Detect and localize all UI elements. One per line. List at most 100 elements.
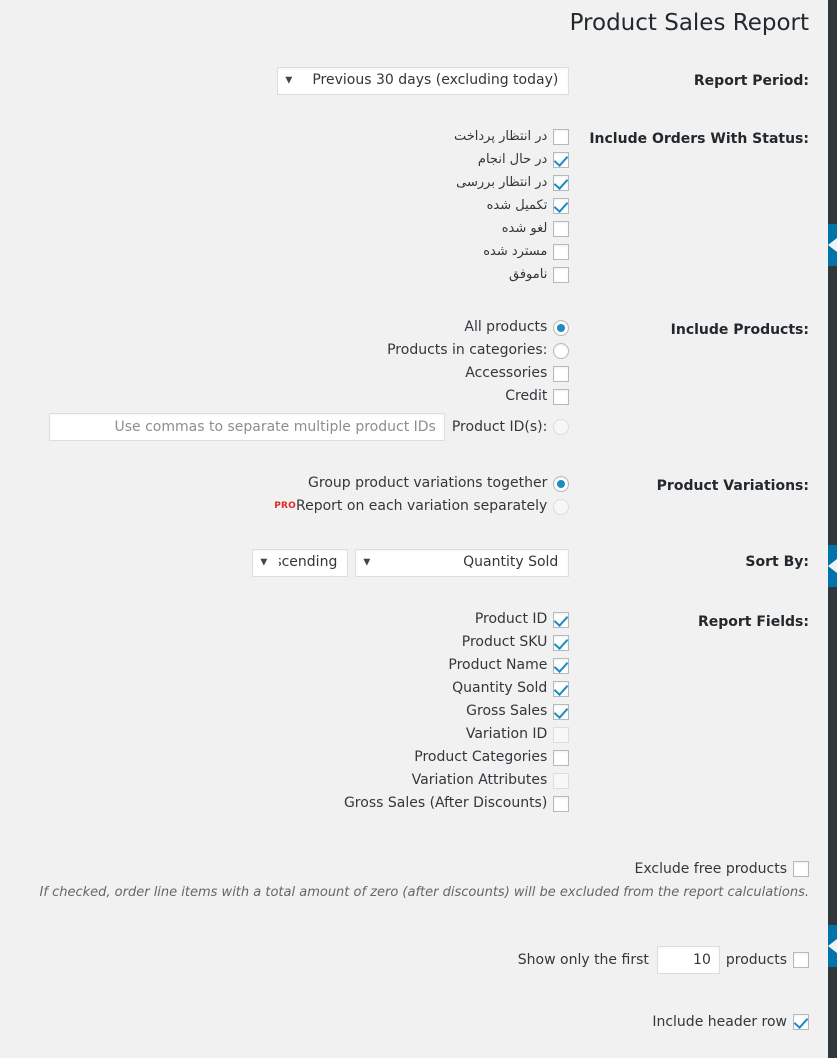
report-period-select[interactable]: (Previous 30 days (excluding today [277, 67, 570, 95]
report-field-checkbox-variation-id[interactable] [553, 726, 570, 743]
order-status-item[interactable]: لغو شده [19, 217, 570, 240]
chevron-left-icon [828, 238, 837, 252]
sort-direction-select-wrap[interactable]: descending ▼ [252, 549, 349, 578]
report-field-item[interactable]: Variation Attributes [19, 769, 570, 792]
report-field-checkbox-product-categories[interactable] [553, 749, 570, 766]
label-product-ids: :(Product ID(s [451, 418, 548, 435]
order-status-item[interactable]: در حال انجام [19, 148, 570, 171]
category-item[interactable]: Credit [19, 385, 570, 408]
radio-all-products[interactable] [553, 319, 570, 336]
label-product-variations: :Product Variations [656, 478, 809, 495]
category-label-accessories: Accessories [465, 365, 548, 382]
radio-group-variations[interactable] [553, 475, 570, 492]
report-field-checkbox-product-name[interactable] [553, 657, 570, 674]
category-checkbox-credit[interactable] [553, 388, 570, 405]
sort-direction-select[interactable]: descending [252, 549, 349, 578]
report-field-item[interactable]: Product Name [19, 654, 570, 677]
include-products-categories-row[interactable]: :Products in categories [19, 339, 570, 362]
label-include-products: :Include Products [670, 322, 809, 339]
limit-products-input[interactable] [656, 945, 720, 974]
admin-sidebar-item-current-1[interactable] [828, 224, 837, 266]
report-fields-list: Product ID Product SKU Product Name Quan… [19, 608, 570, 815]
limit-products-suffix: products [725, 951, 787, 968]
order-status-list: در انتظار پرداخت در حال انجام در انتظار … [19, 125, 570, 286]
order-status-checkbox-4[interactable] [553, 220, 570, 237]
radio-products-in-categories[interactable] [553, 342, 570, 359]
order-status-label-4: لغو شده [501, 221, 548, 237]
order-status-checkbox-5[interactable] [553, 243, 570, 260]
report-field-item[interactable]: Product Categories [19, 746, 570, 769]
report-form-wrap: Product Sales Report :Report Period (Pre… [9, 0, 837, 1058]
report-field-label-gross-sales: Gross Sales [466, 703, 548, 720]
cell-order-status: در انتظار پرداخت در حال انجام در انتظار … [9, 110, 579, 301]
report-field-label-variation-attributes: Variation Attributes [411, 772, 548, 789]
cell-sort-by: Quantity Sold ▼ descending ▼ [9, 533, 579, 593]
report-field-item[interactable]: Product ID [19, 608, 570, 631]
order-status-item[interactable]: در انتظار بررسی [19, 171, 570, 194]
exclude-free-block: Exclude free products .If checked, order… [9, 859, 819, 903]
order-status-item[interactable]: در انتظار پرداخت [19, 125, 570, 148]
admin-sidebar[interactable] [828, 0, 837, 1058]
report-field-checkbox-quantity-sold[interactable] [553, 680, 570, 697]
row-product-variations: :Product Variations Group product variat… [9, 457, 819, 533]
report-field-checkbox-gross-sales-after-discounts[interactable] [553, 795, 570, 812]
category-item[interactable]: Accessories [19, 362, 570, 385]
variation-option-group[interactable]: Group product variations together [19, 472, 570, 495]
report-field-item[interactable]: Variation ID [19, 723, 570, 746]
sort-field-select[interactable]: Quantity Sold [355, 549, 570, 578]
order-status-item[interactable]: تکمیل شده [19, 194, 570, 217]
order-status-item[interactable]: مسترد شده [19, 240, 570, 263]
sort-by-controls: Quantity Sold ▼ descending ▼ [19, 548, 570, 578]
limit-products-checkbox[interactable] [793, 951, 809, 968]
admin-sidebar-separator [828, 760, 837, 761]
header-row-label: Include header row [652, 1013, 787, 1030]
report-field-item[interactable]: (Gross Sales (After Discounts [19, 792, 570, 815]
include-products-ids-row[interactable]: :(Product ID(s [19, 412, 570, 442]
report-field-label-variation-id: Variation ID [465, 726, 548, 743]
order-status-item[interactable]: ناموفق [19, 263, 570, 286]
report-field-label-gross-sales-after-discounts: (Gross Sales (After Discounts [343, 795, 548, 812]
exclude-free-checkbox[interactable] [793, 861, 809, 878]
order-status-label-1: در حال انجام [477, 152, 548, 168]
report-field-item[interactable]: Gross Sales [19, 700, 570, 723]
report-field-checkbox-variation-attributes[interactable] [553, 772, 570, 789]
admin-sidebar-item-current-3[interactable] [828, 925, 837, 967]
radio-separate-variations[interactable] [553, 498, 570, 515]
include-products-all-row[interactable]: All products [19, 316, 570, 339]
report-field-item[interactable]: Quantity Sold [19, 677, 570, 700]
include-products-list: All products :Products in categories Acc… [19, 316, 570, 442]
exclude-free-label: Exclude free products [634, 861, 788, 878]
order-status-checkbox-2[interactable] [553, 174, 570, 191]
order-status-checkbox-6[interactable] [553, 266, 570, 283]
order-status-checkbox-1[interactable] [553, 151, 570, 168]
radio-product-ids[interactable] [553, 419, 570, 436]
header-row-checkbox[interactable] [793, 1013, 809, 1030]
exclude-free-row[interactable]: Exclude free products [9, 859, 809, 879]
sort-field-select-wrap[interactable]: Quantity Sold ▼ [355, 549, 570, 578]
label-report-fields: :Report Fields [697, 614, 809, 631]
report-field-item[interactable]: Product SKU [19, 631, 570, 654]
report-field-label-product-categories: Product Categories [414, 749, 548, 766]
header-row-row[interactable]: Include header row [9, 1012, 809, 1032]
report-field-checkbox-product-sku[interactable] [553, 634, 570, 651]
order-status-label-0: در انتظار پرداخت [453, 129, 548, 145]
product-ids-input[interactable] [48, 413, 445, 442]
limit-products-row[interactable]: products Show only the first [9, 945, 809, 974]
variation-option-separate[interactable]: Report on each variation separately PRO [19, 495, 570, 518]
order-status-checkbox-0[interactable] [553, 128, 570, 145]
order-status-checkbox-3[interactable] [553, 197, 570, 214]
report-field-checkbox-gross-sales[interactable] [553, 703, 570, 720]
report-period-select-wrap[interactable]: (Previous 30 days (excluding today ▼ [277, 67, 570, 95]
label-sort-by: :Sort By [745, 554, 809, 571]
report-options-table: :Report Period (Previous 30 days (exclud… [9, 52, 819, 830]
admin-sidebar-item-current-2[interactable] [828, 545, 837, 587]
order-status-label-3: تکمیل شده [486, 198, 548, 214]
category-checkbox-accessories[interactable] [553, 365, 570, 382]
report-field-label-product-name: Product Name [448, 657, 548, 674]
report-field-checkbox-product-id[interactable] [553, 611, 570, 628]
chevron-left-icon [828, 939, 837, 953]
row-sort-by: :Sort By Quantity Sold ▼ descending ▼ [9, 533, 819, 593]
admin-page: Product Sales Report :Report Period (Pre… [0, 0, 837, 1058]
row-include-products: :Include Products All products :Products… [9, 301, 819, 457]
row-report-period: :Report Period (Previous 30 days (exclud… [9, 52, 819, 110]
